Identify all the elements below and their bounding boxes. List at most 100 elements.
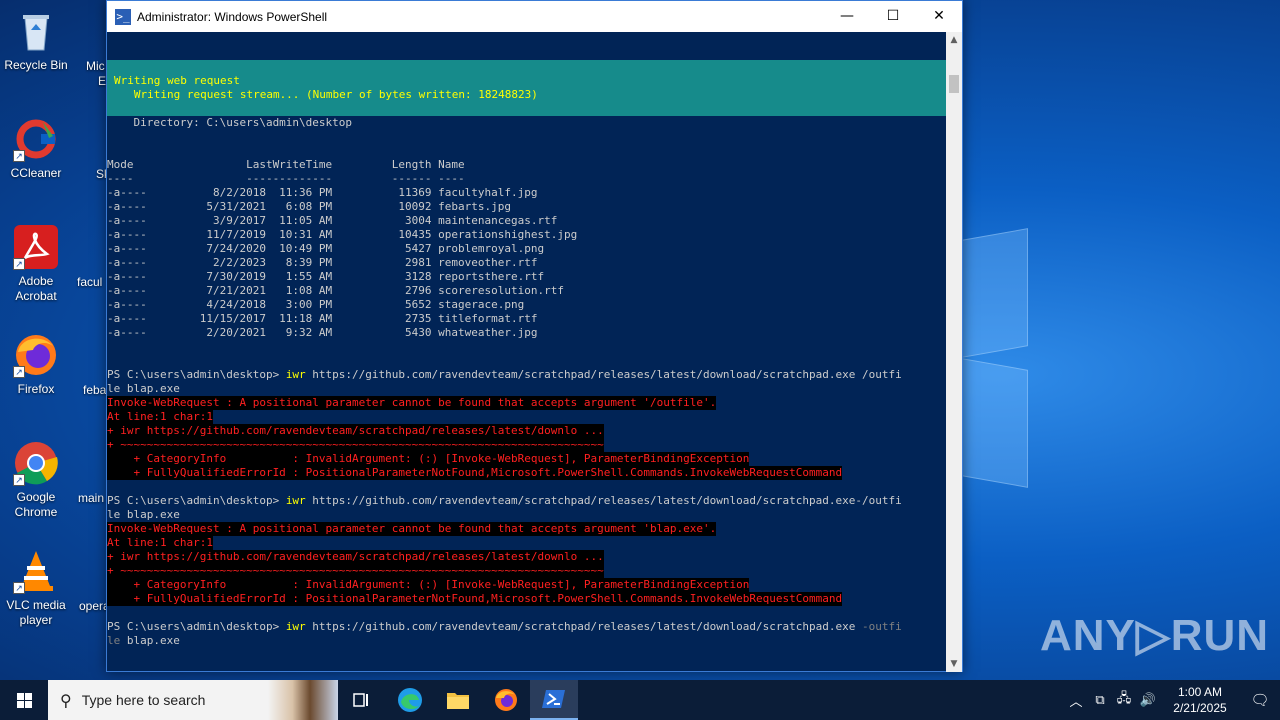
maximize-button[interactable]: ☐ (870, 1, 916, 32)
firefox-icon (495, 689, 517, 711)
desktop-icon-label: CCleaner (10, 166, 62, 180)
taskbar-edge-button[interactable] (386, 680, 434, 720)
taskbar-explorer-button[interactable] (434, 680, 482, 720)
command-wrap: le blap.exe (107, 508, 180, 521)
error-line: At line:1 char:1 (107, 536, 213, 550)
prompt: PS C:\users\admin\desktop> (107, 494, 286, 507)
file-row: -a---- 11/15/2017 11:18 AM 2735 titlefor… (107, 312, 538, 325)
command-args: https://github.com/ravendevteam/scratchp… (305, 494, 902, 507)
edge-icon (398, 688, 422, 712)
chrome-icon: ↗ (13, 440, 59, 486)
powershell-icon: >_ (115, 8, 131, 25)
hidden-icon-label[interactable]: Mic (86, 59, 105, 73)
desktop-icon-vlc[interactable]: ↗ VLC media player (0, 548, 72, 628)
file-row: -a---- 3/9/2017 11:05 AM 3004 maintenanc… (107, 214, 558, 227)
error-line: + CategoryInfo : InvalidArgument: (:) [I… (107, 578, 750, 592)
search-highlight-image (268, 680, 338, 720)
hidden-icon-label[interactable]: E (98, 74, 106, 88)
network-icon[interactable]: 🖧 (1112, 689, 1136, 711)
desktop-icon-ccleaner[interactable]: ↗ CCleaner (0, 116, 72, 181)
vlc-icon: ↗ (13, 548, 59, 594)
volume-icon[interactable]: 🔊 (1136, 693, 1160, 708)
task-view-icon (353, 693, 368, 707)
recycle-bin-icon (13, 8, 59, 54)
command-wrap: le blap.exe (107, 634, 180, 648)
close-button[interactable]: ✕ (916, 1, 962, 32)
directory-line: Directory: C:\users\admin\desktop (107, 116, 353, 129)
network-adapter-icon[interactable]: ⧉ (1088, 693, 1112, 708)
desktop-icon-firefox[interactable]: ↗ Firefox (0, 332, 72, 397)
vertical-scrollbar[interactable]: ▲ ▼ (946, 32, 962, 672)
hidden-icon-label[interactable]: facul (77, 275, 102, 289)
progress-line: Writing web request (114, 74, 240, 87)
command-param: -outfi (861, 620, 902, 633)
windows-start-icon (17, 693, 24, 700)
desktop-icon-label: Adobe Acrobat (15, 274, 57, 303)
desktop-icon-label: VLC media player (6, 598, 66, 627)
progress-line: Writing request stream... (Number of byt… (114, 88, 538, 101)
anyrun-watermark: ANY▷RUN (1040, 611, 1270, 660)
scroll-down-arrow-icon[interactable]: ▼ (946, 656, 962, 672)
desktop-icon-adobe-acrobat[interactable]: ↗ Adobe Acrobat (0, 224, 72, 304)
error-line: + iwr https://github.com/ravendevteam/sc… (107, 550, 604, 564)
powershell-window[interactable]: >_ Administrator: Windows PowerShell — ☐… (106, 0, 963, 672)
start-button[interactable] (0, 680, 48, 720)
desktop-icon-recycle-bin[interactable]: Recycle Bin (0, 8, 72, 73)
command-name: iwr (285, 494, 306, 507)
error-line: + FullyQualifiedErrorId : PositionalPara… (107, 592, 843, 606)
command-name: iwr (285, 368, 306, 381)
file-row: -a---- 4/24/2018 3:00 PM 5652 stagerace.… (107, 298, 525, 311)
shortcut-arrow-icon: ↗ (13, 474, 25, 486)
prompt: PS C:\users\admin\desktop> (107, 620, 286, 633)
error-line: + CategoryInfo : InvalidArgument: (:) [I… (107, 452, 750, 466)
system-tray: ︿ ⧉ 🖧 🔊 1:00 AM 2/21/2025 🗨 (1064, 680, 1280, 720)
error-line: + FullyQualifiedErrorId : PositionalPara… (107, 466, 843, 480)
taskbar: ⚲ Type here to search ︿ ⧉ 🖧 🔊 1:00 AM 2/… (0, 680, 1280, 720)
acrobat-icon: ↗ (13, 224, 59, 270)
command-args: https://github.com/ravendevteam/scratchp… (305, 620, 862, 633)
shortcut-arrow-icon: ↗ (13, 150, 25, 162)
hidden-icon-label[interactable]: feba (83, 383, 106, 397)
desktop-icon-label: Firefox (17, 382, 55, 396)
shortcut-arrow-icon: ↗ (13, 366, 25, 378)
hidden-icon-label[interactable]: main (78, 491, 104, 505)
command-line: PS C:\users\admin\desktop> iwr https://g… (107, 620, 902, 634)
clock-time: 1:00 AM (1177, 685, 1223, 699)
listing-rule: ---- ------------- ------ ---- (107, 172, 465, 185)
error-line: Invoke-WebRequest : A positional paramet… (107, 396, 717, 410)
error-line: Invoke-WebRequest : A positional paramet… (107, 522, 717, 536)
ccleaner-icon: ↗ (13, 116, 59, 162)
listing-header: Mode LastWriteTime Length Name (107, 158, 465, 171)
desktop-icon-label: Recycle Bin (4, 58, 68, 72)
prompt: PS C:\users\admin\desktop> (107, 368, 286, 381)
taskbar-search-box[interactable]: ⚲ Type here to search (48, 680, 338, 720)
error-line: + ~~~~~~~~~~~~~~~~~~~~~~~~~~~~~~~~~~~~~~… (107, 564, 604, 578)
task-view-button[interactable] (338, 680, 386, 720)
show-hidden-icons-chevron-icon[interactable]: ︿ (1064, 691, 1088, 710)
file-row: -a---- 2/20/2021 9:32 AM 5430 whatweathe… (107, 326, 538, 339)
window-title: Administrator: Windows PowerShell (137, 9, 328, 24)
scroll-thumb[interactable] (949, 75, 959, 93)
file-row: -a---- 7/24/2020 10:49 PM 5427 problemro… (107, 242, 545, 255)
file-row: -a---- 2/2/2023 8:39 PM 2981 removeother… (107, 256, 538, 269)
desktop-icon-google-chrome[interactable]: ↗ Google Chrome (0, 440, 72, 520)
taskbar-clock[interactable]: 1:00 AM 2/21/2025 (1160, 684, 1240, 716)
file-row: -a---- 5/31/2021 6:08 PM 10092 febarts.j… (107, 200, 511, 213)
command-wrap: le blap.exe (107, 382, 180, 395)
error-line: + ~~~~~~~~~~~~~~~~~~~~~~~~~~~~~~~~~~~~~~… (107, 438, 604, 452)
file-row: -a---- 7/30/2019 1:55 AM 3128 reportsthe… (107, 270, 545, 283)
desktop-icon-label: Google Chrome (14, 490, 58, 519)
console-output[interactable]: Writing web request Writing request stre… (107, 32, 947, 672)
shortcut-arrow-icon: ↗ (13, 258, 25, 270)
window-titlebar[interactable]: >_ Administrator: Windows PowerShell — ☐… (107, 1, 962, 32)
command-line: PS C:\users\admin\desktop> iwr https://g… (107, 494, 902, 508)
taskbar-powershell-button[interactable] (530, 680, 578, 720)
command-args: https://github.com/ravendevteam/scratchp… (305, 368, 902, 381)
shortcut-arrow-icon: ↗ (13, 582, 25, 594)
taskbar-firefox-button[interactable] (482, 680, 530, 720)
notification-icon[interactable]: 🗨 (1240, 691, 1280, 709)
search-placeholder: Type here to search (81, 692, 206, 708)
file-row: -a---- 7/21/2021 1:08 AM 2796 scoreresol… (107, 284, 564, 297)
minimize-button[interactable]: — (824, 1, 870, 32)
scroll-up-arrow-icon[interactable]: ▲ (946, 32, 962, 48)
